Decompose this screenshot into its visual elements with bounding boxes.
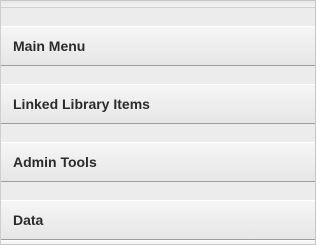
menu-top-edge <box>1 1 315 8</box>
menu-item-main-menu[interactable]: Main Menu <box>1 26 315 66</box>
menu-item-label: Main Menu <box>13 38 86 54</box>
menu-item-admin-tools[interactable]: Admin Tools <box>1 142 315 182</box>
menu-item-label: Linked Library Items <box>13 96 150 112</box>
sidebar-menu: Main Menu Linked Library Items Admin Too… <box>0 0 316 245</box>
menu-item-next-partial[interactable] <box>1 240 315 244</box>
menu-item-label: Admin Tools <box>13 154 97 170</box>
menu-item-data[interactable]: Data <box>1 200 315 240</box>
menu-item-label: Data <box>13 212 44 228</box>
menu-item-linked-library-items[interactable]: Linked Library Items <box>1 84 315 124</box>
